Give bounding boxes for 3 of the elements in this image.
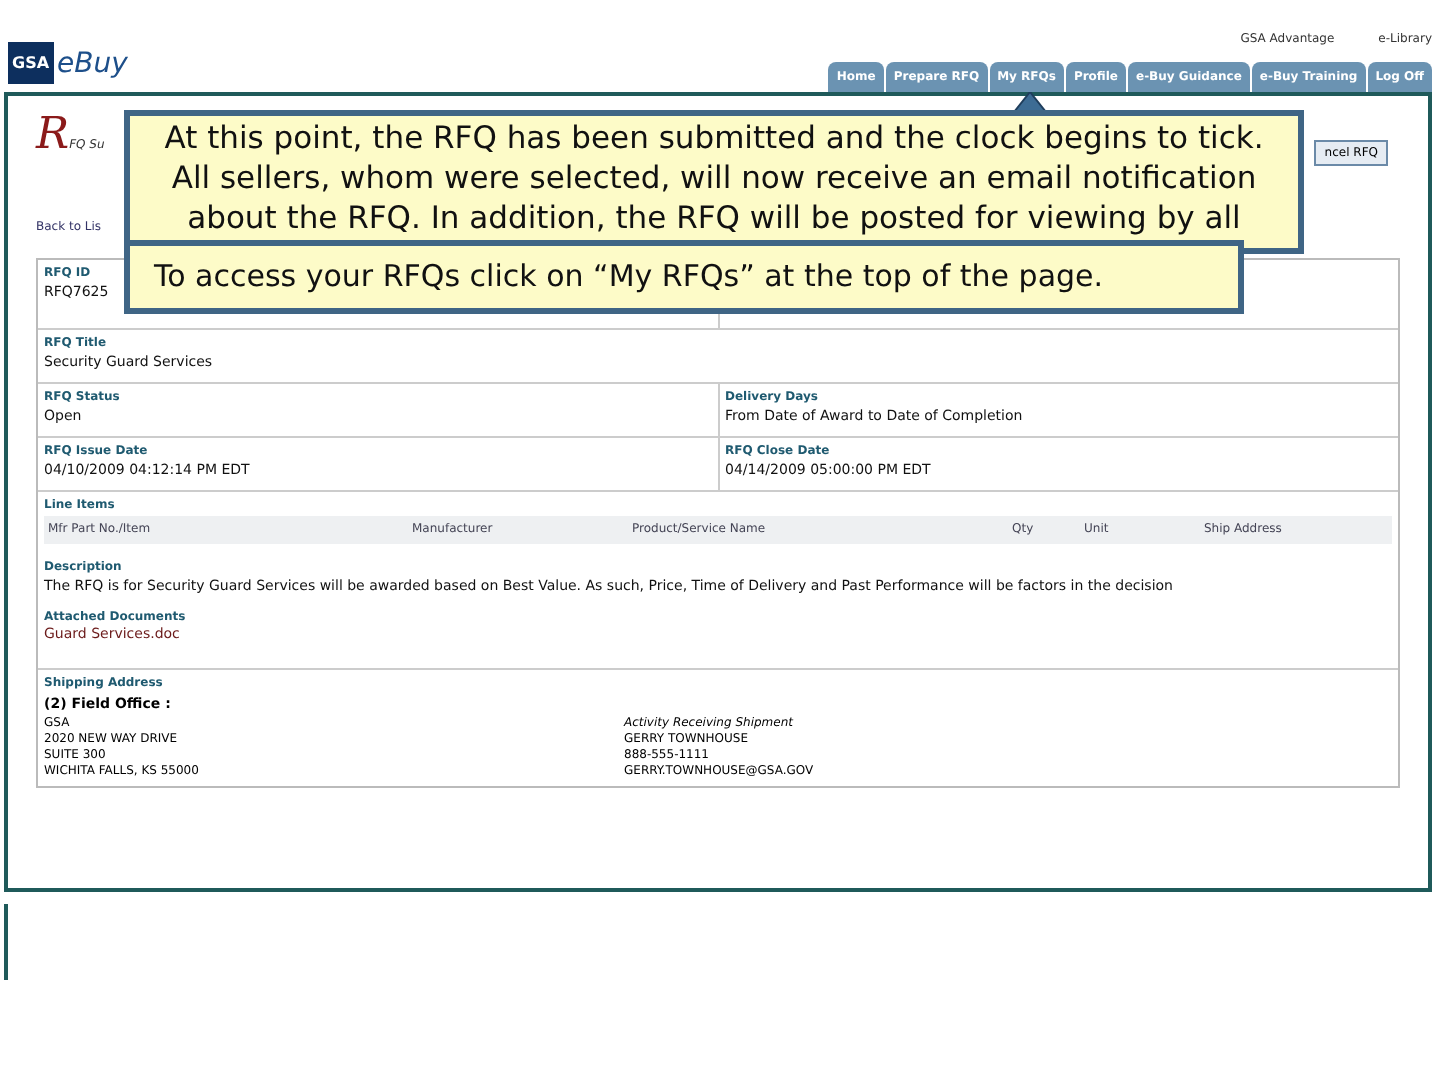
logo-badge: GSA <box>8 42 54 84</box>
logo-text: eBuy <box>57 47 128 79</box>
callout-box: To access your RFQs click on “My RFQs” at the top of the page. <box>124 240 1244 314</box>
